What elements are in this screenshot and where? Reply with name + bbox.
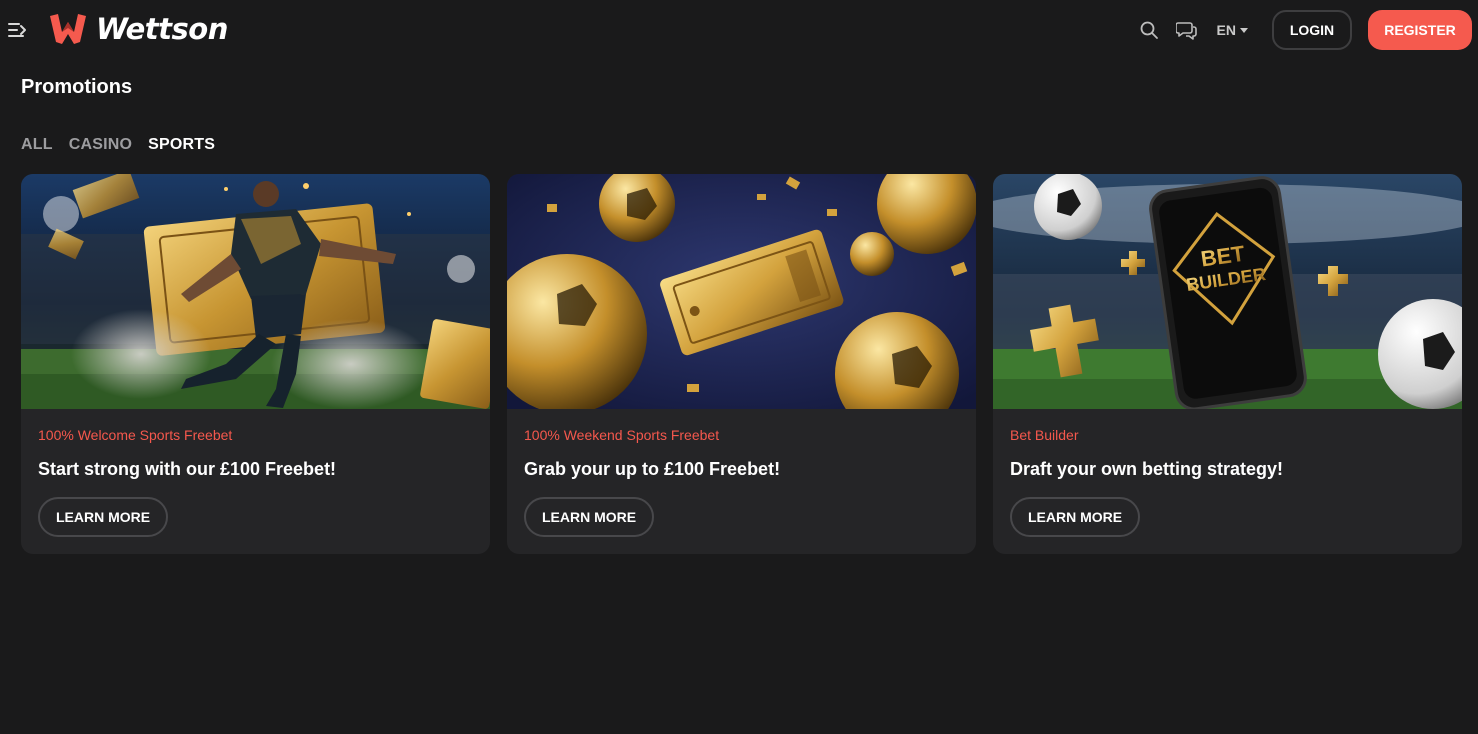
promo-tag: Bet Builder [1010,427,1079,443]
learn-more-button[interactable]: LEARN MORE [1010,497,1141,537]
brand-logo-mark-icon [50,14,86,44]
learn-more-button[interactable]: LEARN MORE [524,497,655,537]
tab-sports[interactable]: SPORTS [148,136,215,154]
promo-image-golden-ticket [507,174,976,409]
promotion-tabs: ALL CASINO SPORTS [21,136,215,154]
brand-name: Wettson [96,12,228,46]
search-icon[interactable] [1137,18,1161,42]
promo-title: Start strong with our £100 Freebet! [38,459,337,479]
login-button[interactable]: LOGIN [1272,10,1352,50]
tab-all[interactable]: ALL [21,136,53,154]
header-actions: EN LOGIN REGISTER [1137,10,1472,50]
top-header: Wettson EN LOGIN REGISTER [0,0,1478,60]
language-label: EN [1216,22,1236,38]
promo-image-bet-builder-phone: BET BUILDER [993,174,1462,409]
promo-card-bet-builder[interactable]: BET BUILDER Bet Builder Draft your own b… [993,174,1462,554]
promo-title: Draft your own betting strategy! [1010,459,1284,479]
promo-tag: 100% Weekend Sports Freebet [524,427,720,443]
page-title: Promotions [21,76,133,98]
promo-card-weekend[interactable]: 100% Weekend Sports Freebet Grab your up… [507,174,976,554]
caret-down-icon [1240,27,1248,33]
tab-casino[interactable]: CASINO [69,136,132,154]
promo-title: Grab your up to £100 Freebet! [524,459,781,479]
promo-tag: 100% Welcome Sports Freebet [38,427,233,443]
chat-icon[interactable] [1175,18,1199,42]
promotion-cards: 100% Welcome Sports Freebet Start strong… [21,174,1462,554]
register-button[interactable]: REGISTER [1368,10,1472,50]
promo-image-footballer [21,174,490,409]
learn-more-button[interactable]: LEARN MORE [38,497,169,537]
promo-card-welcome[interactable]: 100% Welcome Sports Freebet Start strong… [21,174,490,554]
language-selector[interactable]: EN [1217,22,1248,38]
menu-toggle-icon[interactable] [8,20,28,40]
brand-logo[interactable]: Wettson [48,12,228,46]
